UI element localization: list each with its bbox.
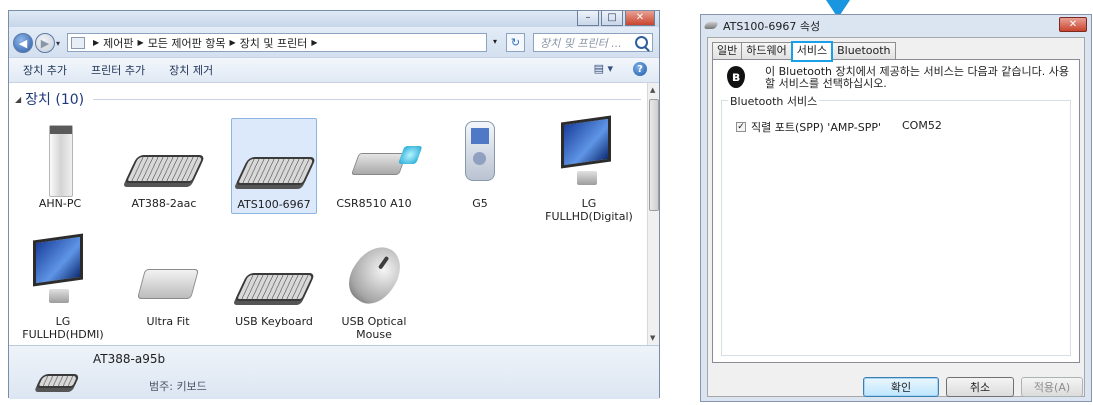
device-label: CSR8510 A10 xyxy=(336,197,412,210)
cancel-button[interactable]: 취소 xyxy=(946,377,1014,397)
forward-arrow-icon[interactable]: ▶ xyxy=(35,33,55,53)
scroll-up-icon[interactable]: ▲ xyxy=(650,86,655,94)
navigation-bar: ◀ ▶ ▾ ▶ 제어판 ▶ 모든 제어판 항목 ▶ 장치 및 프린터 ▶ ▾ ↻… xyxy=(9,27,659,57)
add-printer-button[interactable]: 프린터 추가 xyxy=(91,62,145,78)
services-description: 이 Bluetooth 장치에서 제공하는 서비스는 다음과 같습니다. 사용할… xyxy=(765,65,1070,90)
search-placeholder: 장치 및 프린터 ... xyxy=(540,36,622,50)
bluetooth-services-group: Bluetooth 서비스 ✓ 직렬 포트(SPP) 'AMP-SPP' COM… xyxy=(721,93,1071,356)
device-label: G5 xyxy=(472,197,488,210)
breadcrumb-separator-icon: ▶ xyxy=(93,38,100,47)
bluetooth-icon: ʙ xyxy=(727,66,745,88)
monitor-icon xyxy=(539,113,639,193)
services-panel: ʙ 이 Bluetooth 장치에서 제공하는 서비스는 다음과 같습니다. 사… xyxy=(712,59,1080,363)
keyboard-icon xyxy=(703,22,719,29)
device-usb-optical-mouse[interactable]: USB Optical Mouse xyxy=(331,231,417,341)
dialog-body: 일반 하드웨어 서비스 Bluetooth ʙ 이 Bluetooth 장치에서… xyxy=(707,37,1085,397)
minimize-button[interactable]: – xyxy=(577,11,599,26)
device-ultra-fit[interactable]: Ultra Fit xyxy=(125,231,211,328)
remove-device-button[interactable]: 장치 제거 xyxy=(169,62,213,78)
service-checkbox[interactable]: ✓ xyxy=(736,122,746,132)
device-label: AHN-PC xyxy=(38,197,82,210)
device-ats100-6967[interactable]: ATS100-6967 xyxy=(231,118,317,214)
service-port: COM52 xyxy=(902,119,942,132)
device-lg-fullhd-hdmi[interactable]: LG FULLHD(HDMI) xyxy=(17,231,109,341)
title-bar: – □ ✕ xyxy=(9,11,659,27)
refresh-icon[interactable]: ↻ xyxy=(506,33,525,52)
breadcrumb-separator-icon: ▶ xyxy=(229,38,236,47)
device-csr8510-a10[interactable]: CSR8510 A10 xyxy=(331,113,417,210)
breadcrumb-all-items[interactable]: 모든 제어판 항목 xyxy=(148,35,226,51)
tab-services[interactable]: 서비스 xyxy=(790,41,834,62)
apply-button[interactable]: 적용(A) xyxy=(1021,377,1083,397)
monitor-icon xyxy=(17,231,109,311)
usb-dongle-icon xyxy=(331,113,417,193)
dialog-title-bar: ATS100-6967 속성 ✕ xyxy=(701,15,1091,37)
keyboard-icon xyxy=(232,119,317,194)
device-label: LG FULLHD(Digital) xyxy=(545,197,633,223)
devices-group-header[interactable]: ◢ 장치 (10) xyxy=(15,89,84,109)
ok-button[interactable]: 확인 xyxy=(863,377,939,397)
devices-pane: ◢ 장치 (10) AHN-PC AT388-2aac ATS100-6967 … xyxy=(9,83,649,345)
back-arrow-icon[interactable]: ◀ xyxy=(13,33,33,53)
breadcrumb-separator-icon: ▶ xyxy=(137,38,144,47)
command-toolbar: 장치 추가 프린터 추가 장치 제거 ▤ ▾ ? xyxy=(9,57,659,83)
device-label: ATS100-6967 xyxy=(237,198,311,211)
address-bar[interactable]: ▶ 제어판 ▶ 모든 제어판 항목 ▶ 장치 및 프린터 ▶ xyxy=(67,33,487,52)
search-icon[interactable] xyxy=(635,36,648,49)
mouse-icon xyxy=(331,231,417,313)
tab-hardware[interactable]: 하드웨어 xyxy=(741,42,792,59)
collapse-triangle-icon[interactable]: ◢ xyxy=(15,95,21,104)
dialog-title: ATS100-6967 속성 xyxy=(723,20,821,33)
device-label: USB Keyboard xyxy=(235,315,313,328)
control-panel-icon xyxy=(71,36,85,49)
add-device-button[interactable]: 장치 추가 xyxy=(23,62,67,78)
devices-and-printers-window: – □ ✕ ◀ ▶ ▾ ▶ 제어판 ▶ 모든 제어판 항목 ▶ 장치 및 프린터… xyxy=(8,10,660,399)
selected-device-category: 범주: 키보드 xyxy=(149,380,207,393)
service-name: 직렬 포트(SPP) 'AMP-SPP' xyxy=(751,121,881,134)
device-lg-fullhd-digital[interactable]: LG FULLHD(Digital) xyxy=(539,113,639,223)
device-label: Ultra Fit xyxy=(146,315,190,328)
device-ahn-pc[interactable]: AHN-PC xyxy=(17,113,103,210)
selected-device-name: AT388-a95b xyxy=(93,352,166,366)
breadcrumb-control-panel[interactable]: 제어판 xyxy=(103,35,133,51)
group-label: Bluetooth 서비스 xyxy=(728,93,820,109)
vertical-scrollbar[interactable]: ▲ ▼ xyxy=(647,83,659,345)
tab-bluetooth[interactable]: Bluetooth xyxy=(832,42,896,59)
device-g5[interactable]: G5 xyxy=(437,113,523,210)
keyboard-icon xyxy=(231,231,317,311)
group-title: 장치 (10) xyxy=(25,92,85,108)
device-at388-2aac[interactable]: AT388-2aac xyxy=(121,113,207,210)
view-options-icon[interactable]: ▤ ▾ xyxy=(594,62,613,75)
address-dropdown-icon[interactable]: ▾ xyxy=(493,37,497,46)
dialog-close-button[interactable]: ✕ xyxy=(1059,17,1087,32)
breadcrumb-devices-printers[interactable]: 장치 및 프린터 xyxy=(240,35,308,51)
device-label: LG FULLHD(HDMI) xyxy=(22,315,104,341)
help-icon[interactable]: ? xyxy=(633,62,647,76)
scroll-down-icon[interactable]: ▼ xyxy=(650,334,655,342)
breadcrumb-separator-icon: ▶ xyxy=(311,38,318,47)
pc-tower-icon xyxy=(17,113,103,197)
recent-pages-dropdown-icon[interactable]: ▾ xyxy=(56,39,60,48)
close-button[interactable]: ✕ xyxy=(625,11,655,26)
properties-dialog: ATS100-6967 속성 ✕ 일반 하드웨어 서비스 Bluetooth ʙ… xyxy=(700,14,1092,402)
keyboard-icon xyxy=(33,368,81,394)
details-pane: AT388-a95b 범주: 키보드 xyxy=(9,345,659,399)
scroll-thumb[interactable] xyxy=(649,99,659,211)
group-divider xyxy=(93,99,641,100)
keyboard-icon xyxy=(121,113,207,193)
device-label: USB Optical Mouse xyxy=(341,315,407,341)
maximize-button[interactable]: □ xyxy=(601,11,623,26)
media-player-icon xyxy=(437,113,523,193)
service-row: ✓ 직렬 포트(SPP) 'AMP-SPP' xyxy=(736,119,881,135)
tab-general[interactable]: 일반 xyxy=(712,42,743,59)
device-label: AT388-2aac xyxy=(131,197,197,210)
device-usb-keyboard[interactable]: USB Keyboard xyxy=(231,231,317,328)
drive-icon xyxy=(125,231,211,311)
search-input[interactable]: 장치 및 프린터 ... xyxy=(533,33,653,52)
